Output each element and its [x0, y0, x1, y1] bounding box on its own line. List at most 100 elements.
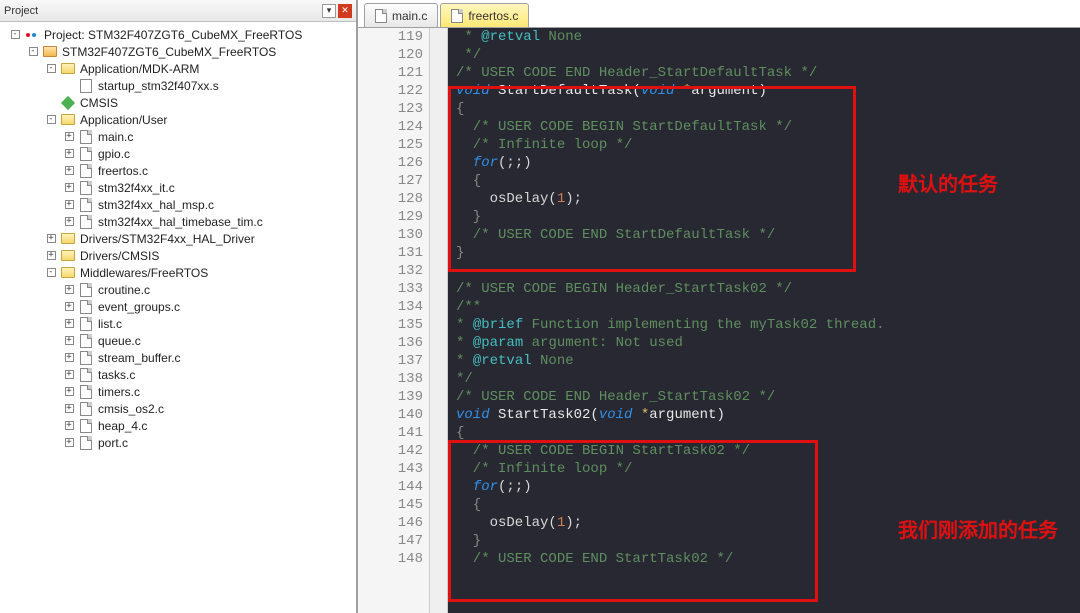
tree-item[interactable]: CMSIS: [0, 94, 356, 111]
code-line[interactable]: {: [456, 100, 1080, 118]
tree-item[interactable]: +cmsis_os2.c: [0, 400, 356, 417]
code-line[interactable]: for(;;): [456, 478, 1080, 496]
line-number: 143: [358, 460, 423, 478]
line-number: 146: [358, 514, 423, 532]
code-line[interactable]: /* USER CODE END Header_StartDefaultTask…: [456, 64, 1080, 82]
code-line[interactable]: /* USER CODE END Header_StartTask02 */: [456, 388, 1080, 406]
expand-icon[interactable]: +: [62, 300, 76, 314]
tree-item[interactable]: +timers.c: [0, 383, 356, 400]
code-content[interactable]: 默认的任务 我们刚添加的任务 * @retval None *//* USER …: [448, 28, 1080, 613]
code-line[interactable]: void StartTask02(void *argument): [456, 406, 1080, 424]
tree-item[interactable]: +queue.c: [0, 332, 356, 349]
tree-item[interactable]: +croutine.c: [0, 281, 356, 298]
expand-icon[interactable]: +: [62, 215, 76, 229]
code-line[interactable]: /* USER CODE END StartTask02 */: [456, 550, 1080, 568]
line-number: 142: [358, 442, 423, 460]
line-number: 123: [358, 100, 423, 118]
expand-icon[interactable]: +: [62, 198, 76, 212]
tree-item[interactable]: +freertos.c: [0, 162, 356, 179]
expand-icon[interactable]: +: [62, 368, 76, 382]
tree-item[interactable]: +stm32f4xx_hal_timebase_tim.c: [0, 213, 356, 230]
editor-tab[interactable]: main.c: [364, 3, 438, 27]
code-line[interactable]: * @retval None: [456, 352, 1080, 370]
c-file-icon: [78, 129, 94, 145]
tree-item[interactable]: +stm32f4xx_hal_msp.c: [0, 196, 356, 213]
code-line[interactable]: }: [456, 244, 1080, 262]
code-line[interactable]: {: [456, 496, 1080, 514]
tree-item[interactable]: +stm32f4xx_it.c: [0, 179, 356, 196]
expand-icon[interactable]: +: [62, 436, 76, 450]
c-file-icon: [78, 282, 94, 298]
expand-icon[interactable]: +: [62, 334, 76, 348]
code-line[interactable]: {: [456, 424, 1080, 442]
tree-item[interactable]: +list.c: [0, 315, 356, 332]
expand-icon[interactable]: +: [62, 351, 76, 365]
expand-icon[interactable]: +: [62, 147, 76, 161]
code-line[interactable]: for(;;): [456, 154, 1080, 172]
code-line[interactable]: osDelay(1);: [456, 514, 1080, 532]
expand-icon[interactable]: +: [62, 181, 76, 195]
tree-item[interactable]: +event_groups.c: [0, 298, 356, 315]
expand-icon[interactable]: -: [44, 113, 58, 127]
code-line[interactable]: /* Infinite loop */: [456, 136, 1080, 154]
code-line[interactable]: void StartDefaultTask(void *argument): [456, 82, 1080, 100]
tree-item[interactable]: -Middlewares/FreeRTOS: [0, 264, 356, 281]
code-line[interactable]: {: [456, 172, 1080, 190]
tree-item[interactable]: +heap_4.c: [0, 417, 356, 434]
code-line[interactable]: */: [456, 46, 1080, 64]
panel-header: Project ▾ ✕: [0, 0, 356, 22]
pin-icon[interactable]: ▾: [322, 4, 336, 18]
tree-item[interactable]: -Application/MDK-ARM: [0, 60, 356, 77]
line-number: 129: [358, 208, 423, 226]
code-line[interactable]: osDelay(1);: [456, 190, 1080, 208]
line-number: 137: [358, 352, 423, 370]
expand-icon[interactable]: -: [8, 28, 22, 42]
project-tree[interactable]: -Project: STM32F407ZGT6_CubeMX_FreeRTOS-…: [0, 22, 356, 613]
editor-tab[interactable]: freertos.c: [440, 3, 529, 27]
tree-item[interactable]: startup_stm32f407xx.s: [0, 77, 356, 94]
target-icon: [42, 44, 58, 60]
code-line[interactable]: /* USER CODE BEGIN StartDefaultTask */: [456, 118, 1080, 136]
code-line[interactable]: /* USER CODE END StartDefaultTask */: [456, 226, 1080, 244]
expand-icon[interactable]: +: [62, 130, 76, 144]
expand-icon[interactable]: -: [44, 266, 58, 280]
expand-icon[interactable]: -: [44, 62, 58, 76]
tree-item[interactable]: +stream_buffer.c: [0, 349, 356, 366]
code-line[interactable]: }: [456, 208, 1080, 226]
line-number: 120: [358, 46, 423, 64]
expand-icon[interactable]: +: [62, 164, 76, 178]
tree-item[interactable]: +gpio.c: [0, 145, 356, 162]
code-line[interactable]: }: [456, 532, 1080, 550]
expand-icon[interactable]: +: [62, 317, 76, 331]
code-line[interactable]: */: [456, 370, 1080, 388]
code-line[interactable]: /* Infinite loop */: [456, 460, 1080, 478]
expand-icon[interactable]: +: [62, 419, 76, 433]
tree-item[interactable]: +Drivers/CMSIS: [0, 247, 356, 264]
code-line[interactable]: * @param argument: Not used: [456, 334, 1080, 352]
expand-icon[interactable]: +: [44, 249, 58, 263]
code-line[interactable]: /* USER CODE BEGIN Header_StartTask02 */: [456, 280, 1080, 298]
expand-icon[interactable]: +: [62, 385, 76, 399]
expand-icon[interactable]: +: [62, 283, 76, 297]
tree-item[interactable]: -STM32F407ZGT6_CubeMX_FreeRTOS: [0, 43, 356, 60]
tree-item[interactable]: +Drivers/STM32F4xx_HAL_Driver: [0, 230, 356, 247]
component-icon: [60, 95, 76, 111]
code-line[interactable]: * @brief Function implementing the myTas…: [456, 316, 1080, 334]
tree-item[interactable]: +tasks.c: [0, 366, 356, 383]
code-line[interactable]: /* USER CODE BEGIN StartTask02 */: [456, 442, 1080, 460]
fold-strip[interactable]: [430, 28, 448, 613]
tree-item[interactable]: -Project: STM32F407ZGT6_CubeMX_FreeRTOS: [0, 26, 356, 43]
expand-icon[interactable]: +: [44, 232, 58, 246]
code-line[interactable]: * @retval None: [456, 28, 1080, 46]
code-line[interactable]: /**: [456, 298, 1080, 316]
folder-icon: [60, 231, 76, 247]
close-icon[interactable]: ✕: [338, 4, 352, 18]
tree-item[interactable]: +port.c: [0, 434, 356, 451]
project-panel: Project ▾ ✕ -Project: STM32F407ZGT6_Cube…: [0, 0, 358, 613]
c-file-icon: [78, 214, 94, 230]
expand-icon[interactable]: +: [62, 402, 76, 416]
code-line[interactable]: [456, 262, 1080, 280]
expand-icon[interactable]: -: [26, 45, 40, 59]
tree-item[interactable]: -Application/User: [0, 111, 356, 128]
tree-item[interactable]: +main.c: [0, 128, 356, 145]
